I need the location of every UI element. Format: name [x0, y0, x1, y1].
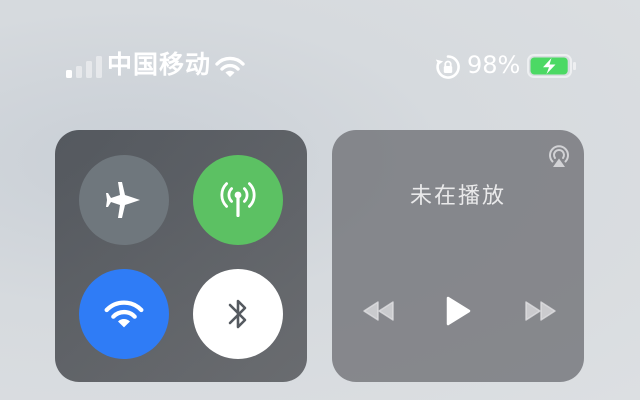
rotation-lock-icon: [435, 55, 460, 79]
wifi-icon: [104, 300, 144, 328]
rewind-button[interactable]: [359, 296, 399, 326]
fast-forward-button[interactable]: [520, 296, 560, 326]
now-playing-panel: 未在播放: [332, 130, 584, 382]
bluetooth-icon: [228, 299, 247, 329]
bluetooth-toggle[interactable]: [193, 269, 283, 359]
battery-icon: [527, 54, 576, 78]
rewind-icon: [363, 301, 394, 321]
battery-percent: 98%: [467, 51, 521, 79]
play-button[interactable]: [442, 292, 474, 330]
now-playing-title: 未在播放: [409, 184, 506, 209]
status-bar: 中国移动 98%: [0, 0, 640, 130]
airplay-icon[interactable]: [545, 142, 573, 170]
play-icon: [446, 296, 471, 326]
fast-forward-icon: [525, 301, 556, 321]
signal-icon: [66, 56, 102, 78]
antenna-icon: [220, 182, 256, 217]
carrier-name: 中国移动: [107, 50, 212, 79]
wifi-icon: [215, 56, 245, 77]
wifi-toggle[interactable]: [79, 269, 169, 359]
airplane-mode-toggle[interactable]: [79, 155, 169, 245]
airplane-icon: [106, 182, 140, 218]
cellular-data-toggle[interactable]: [193, 155, 283, 245]
connectivity-panel: [55, 130, 307, 382]
